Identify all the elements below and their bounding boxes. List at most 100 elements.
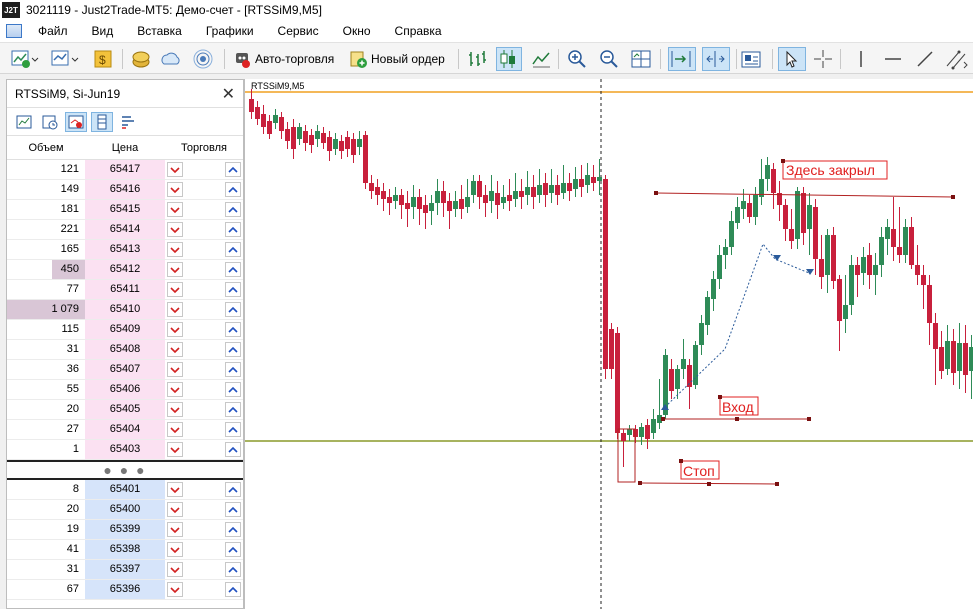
menu-file[interactable]: Файл [28, 24, 82, 38]
price-cell[interactable]: 65415 [85, 200, 165, 219]
dom-row[interactable]: 121 65417 [7, 160, 243, 180]
price-cell[interactable]: 65396 [85, 580, 165, 599]
sell-limit-button[interactable] [167, 162, 183, 177]
price-cell[interactable]: 65400 [85, 500, 165, 519]
candles-button[interactable] [496, 47, 522, 71]
sell-limit-button[interactable] [167, 302, 183, 317]
vertical-line-tool-button[interactable] [850, 47, 872, 71]
dom-chart-tool-button[interactable] [13, 112, 35, 132]
sell-limit-button[interactable] [167, 362, 183, 377]
buy-limit-button[interactable] [225, 402, 241, 417]
buy-limit-button[interactable] [225, 322, 241, 337]
dom-row[interactable]: 55 65406 [7, 380, 243, 400]
bar-chart-button[interactable] [466, 47, 488, 71]
price-cell[interactable]: 65412 [85, 260, 165, 279]
price-cell[interactable]: 65406 [85, 380, 165, 399]
price-cell[interactable]: 65405 [85, 400, 165, 419]
dom-histogram-tool-button[interactable] [117, 112, 139, 132]
sell-limit-button[interactable] [167, 182, 183, 197]
sell-limit-button[interactable] [167, 222, 183, 237]
dom-ladder-tool-button[interactable] [91, 111, 113, 132]
dom-row[interactable]: 31 65408 [7, 340, 243, 360]
stop-line-handle[interactable] [707, 482, 711, 486]
buy-limit-button[interactable] [225, 542, 241, 557]
close-line-handle[interactable] [951, 195, 955, 199]
stop-line-handle[interactable] [775, 482, 779, 486]
dom-row[interactable]: 20 65405 [7, 400, 243, 420]
buy-limit-button[interactable] [225, 162, 241, 177]
stop-line-handle[interactable] [638, 481, 642, 485]
window-menu-icon[interactable] [6, 24, 22, 38]
templates-button[interactable] [740, 47, 762, 71]
price-cell[interactable]: 65399 [85, 520, 165, 539]
chart-canvas[interactable]: Здесь закрыл Вход Стоп [245, 79, 973, 609]
sell-limit-button[interactable] [167, 242, 183, 257]
close-annotation-handle[interactable] [781, 159, 785, 163]
buy-limit-button[interactable] [225, 442, 241, 457]
buy-limit-button[interactable] [225, 302, 241, 317]
dom-row[interactable]: 1 65403 [7, 440, 243, 460]
sell-limit-button[interactable] [167, 422, 183, 437]
price-cell[interactable]: 65398 [85, 540, 165, 559]
buy-limit-button[interactable] [225, 242, 241, 257]
crosshair-tool-button[interactable] [812, 47, 834, 71]
menu-view[interactable]: Вид [82, 24, 128, 38]
buy-limit-button[interactable] [225, 382, 241, 397]
sell-limit-button[interactable] [167, 342, 183, 357]
menu-charts[interactable]: Графики [196, 24, 268, 38]
price-cell[interactable]: 65407 [85, 360, 165, 379]
buy-limit-button[interactable] [225, 282, 241, 297]
sell-limit-button[interactable] [167, 402, 183, 417]
data-window-button[interactable] [130, 47, 152, 71]
new-order-button[interactable]: Новый ордер [348, 47, 445, 71]
buy-limit-button[interactable] [225, 262, 241, 277]
buy-limit-button[interactable] [225, 562, 241, 577]
price-cell[interactable]: 65410 [85, 300, 165, 319]
sell-limit-button[interactable] [167, 522, 183, 537]
price-cell[interactable]: 65404 [85, 420, 165, 439]
dom-row[interactable]: 20 65400 [7, 500, 243, 520]
dom-row[interactable]: 67 65396 [7, 580, 243, 600]
entry-line-handle[interactable] [807, 417, 811, 421]
buy-limit-button[interactable] [225, 502, 241, 517]
buy-limit-button[interactable] [225, 582, 241, 597]
price-cell[interactable]: 65403 [85, 440, 165, 459]
buy-limit-button[interactable] [225, 182, 241, 197]
profiles-button[interactable] [50, 47, 82, 71]
price-cell[interactable]: 65414 [85, 220, 165, 239]
zoom-out-button[interactable] [598, 47, 620, 71]
dom-row[interactable]: 165 65413 [7, 240, 243, 260]
menu-tools[interactable]: Сервис [268, 24, 333, 38]
cursor-tool-button[interactable] [778, 47, 806, 71]
dom-trade-tool-button[interactable] [65, 111, 87, 132]
price-cell[interactable]: 65409 [85, 320, 165, 339]
dom-row[interactable]: 8 65401 [7, 480, 243, 500]
menu-insert[interactable]: Вставка [127, 24, 196, 38]
zoom-in-button[interactable] [566, 47, 588, 71]
sell-limit-button[interactable] [167, 542, 183, 557]
dom-row[interactable]: 221 65414 [7, 220, 243, 240]
sell-limit-button[interactable] [167, 282, 183, 297]
trendline-tool-button[interactable] [914, 47, 936, 71]
menu-window[interactable]: Окно [333, 24, 385, 38]
price-cell[interactable]: 65411 [85, 280, 165, 299]
price-cell[interactable]: 65417 [85, 160, 165, 179]
tile-windows-button[interactable] [630, 47, 652, 71]
auto-trading-button[interactable]: Авто-торговля [232, 47, 334, 71]
dom-row[interactable]: 19 65399 [7, 520, 243, 540]
sell-limit-button[interactable] [167, 502, 183, 517]
menu-help[interactable]: Справка [385, 24, 456, 38]
buy-limit-button[interactable] [225, 202, 241, 217]
sell-limit-button[interactable] [167, 442, 183, 457]
sell-limit-button[interactable] [167, 562, 183, 577]
buy-limit-button[interactable] [225, 422, 241, 437]
sell-limit-button[interactable] [167, 582, 183, 597]
sell-limit-button[interactable] [167, 482, 183, 497]
dom-row[interactable]: 115 65409 [7, 320, 243, 340]
close-line-handle[interactable] [654, 191, 658, 195]
stop-zone-box[interactable] [617, 428, 636, 483]
chart-shift-button[interactable] [702, 47, 730, 71]
horizontal-line-tool-button[interactable] [882, 47, 904, 71]
buy-limit-button[interactable] [225, 362, 241, 377]
price-cell[interactable]: 65401 [85, 480, 165, 499]
